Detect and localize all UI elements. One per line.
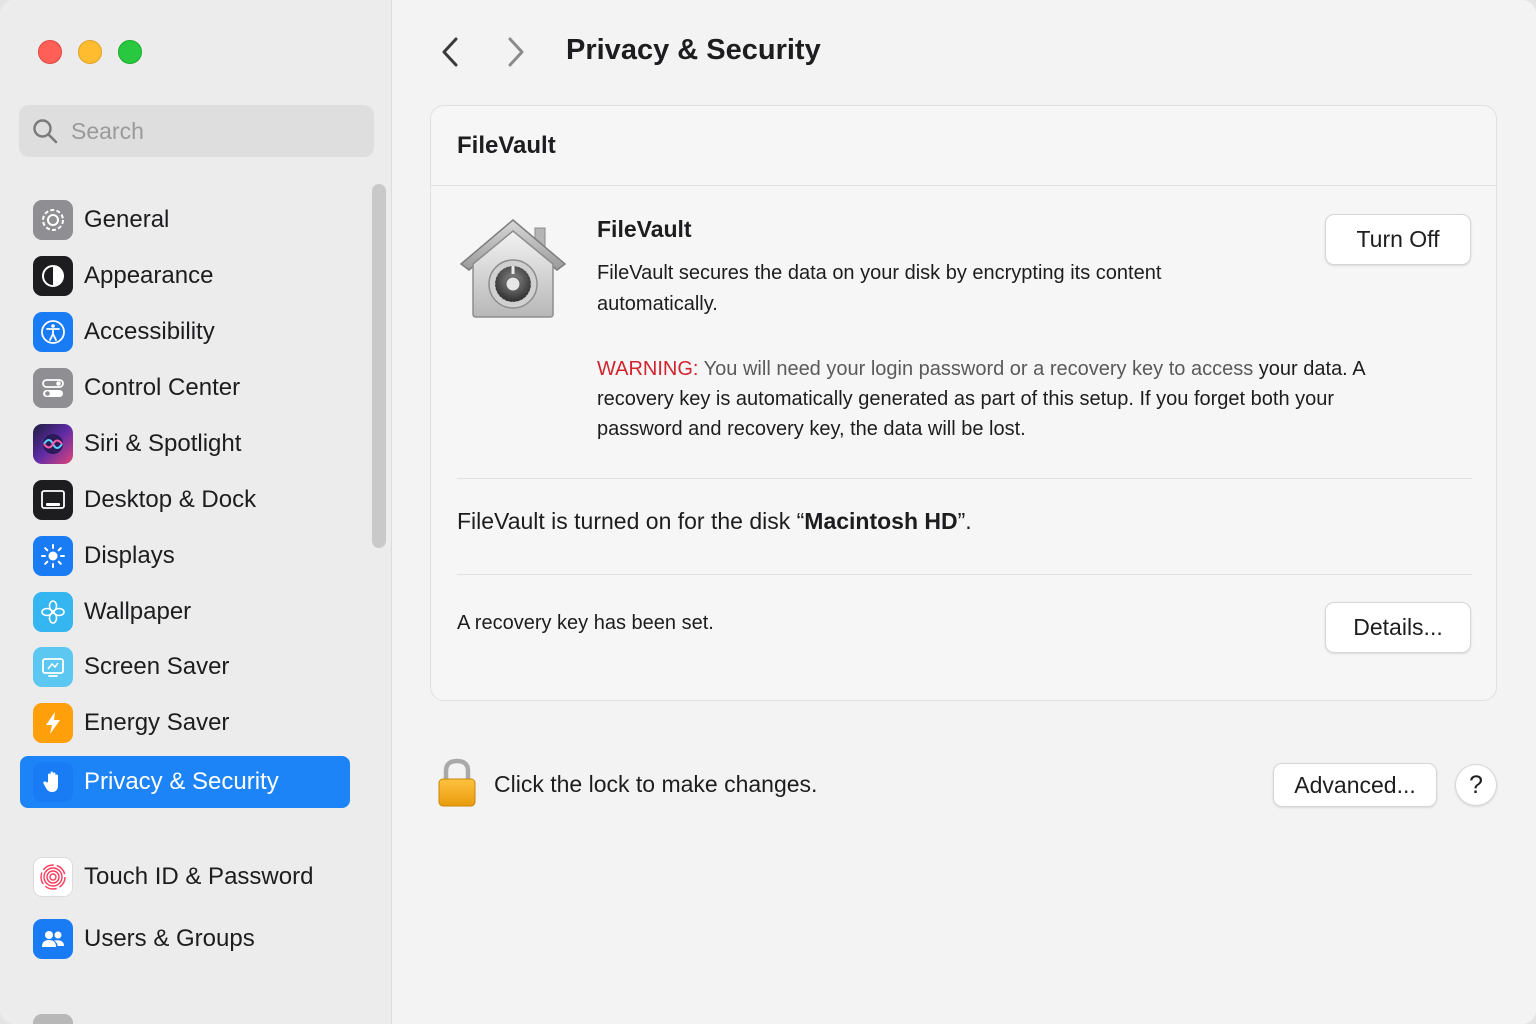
panel-header: FileVault xyxy=(431,106,1496,186)
sidebar-item-displays[interactable]: Displays xyxy=(20,530,350,582)
energy-saver-icon xyxy=(33,703,73,743)
sidebar-item-label: Privacy & Security xyxy=(84,768,279,795)
window-controls xyxy=(38,40,142,64)
chevron-left-icon xyxy=(442,37,458,67)
close-window-button[interactable] xyxy=(38,40,62,64)
details-button[interactable]: Details... xyxy=(1325,602,1471,653)
chevron-right-icon xyxy=(508,37,524,67)
filevault-title: FileVault xyxy=(597,216,692,242)
sidebar-item-label: Wallpaper xyxy=(84,598,192,625)
warning-label: WARNING: xyxy=(597,358,699,380)
sidebar-scrollbar[interactable] xyxy=(372,184,386,548)
disk-status-prefix: FileVault is turned on for the disk “ xyxy=(457,508,805,534)
control-center-icon xyxy=(33,368,73,408)
sidebar-item-label: General xyxy=(84,206,170,233)
hand-icon xyxy=(33,762,73,802)
fingerprint-icon xyxy=(33,857,73,897)
sidebar-item-label: Appearance xyxy=(84,262,214,289)
minimize-window-button[interactable] xyxy=(78,40,102,64)
warning-text: You will need your login password or a r… xyxy=(698,358,1254,380)
sidebar-item-users-groups[interactable]: Users & Groups xyxy=(20,913,350,965)
search-icon xyxy=(33,119,58,144)
sidebar-item-control-center[interactable]: Control Center xyxy=(20,362,350,414)
siri-icon xyxy=(33,424,73,464)
wallpaper-icon xyxy=(33,592,73,632)
sidebar: General Appearance Accessibility xyxy=(0,0,392,1024)
filevault-warning: WARNING: You will need your login passwo… xyxy=(597,354,1377,444)
search-field[interactable] xyxy=(19,105,374,157)
disk-status: FileVault is turned on for the disk “Mac… xyxy=(457,508,972,535)
sidebar-item-partial-icon xyxy=(33,1014,73,1024)
disk-status-suffix: ”. xyxy=(957,508,972,534)
sidebar-item-label: Control Center xyxy=(84,374,241,401)
main-content: Privacy & Security FileVault FileVault F… xyxy=(393,0,1536,1024)
desktop-dock-icon xyxy=(33,480,73,520)
filevault-description: FileVault secures the data on your disk … xyxy=(597,262,1162,315)
back-button[interactable] xyxy=(433,34,467,70)
sidebar-item-privacy-security[interactable]: Privacy & Security xyxy=(20,756,350,808)
lock-icon[interactable] xyxy=(437,758,477,808)
appearance-icon xyxy=(33,256,73,296)
search-input[interactable] xyxy=(71,117,351,145)
sidebar-item-energy-saver[interactable]: Energy Saver xyxy=(20,697,350,749)
filevault-vault-icon xyxy=(459,219,567,318)
divider xyxy=(457,478,1472,479)
sidebar-item-label: Accessibility xyxy=(84,318,215,345)
sidebar-item-wallpaper[interactable]: Wallpaper xyxy=(20,586,350,638)
accessibility-icon xyxy=(33,312,73,352)
filevault-panel: FileVault FileVault FileVault secures th… xyxy=(430,105,1497,701)
sidebar-item-label: Siri & Spotlight xyxy=(84,430,242,457)
sidebar-item-label: Desktop & Dock xyxy=(84,486,257,513)
sidebar-item-accessibility[interactable]: Accessibility xyxy=(20,306,350,358)
lock-message: Click the lock to make changes. xyxy=(494,771,818,797)
sidebar-item-label: Displays xyxy=(84,542,175,569)
system-settings-window: General Appearance Accessibility xyxy=(0,0,1536,1024)
screen-saver-icon xyxy=(33,647,73,687)
sidebar-item-touch-id-password[interactable]: Touch ID & Password xyxy=(20,851,350,903)
help-button[interactable]: ? xyxy=(1455,764,1497,806)
sidebar-item-desktop-dock[interactable]: Desktop & Dock xyxy=(20,474,350,526)
disk-name: Macintosh HD xyxy=(804,508,958,534)
sidebar-item-label: Users & Groups xyxy=(84,925,255,952)
sidebar-item-appearance[interactable]: Appearance xyxy=(20,250,350,302)
page-title: Privacy & Security xyxy=(566,34,821,66)
gear-icon xyxy=(33,200,73,240)
sidebar-item-general[interactable]: General xyxy=(20,194,350,246)
sidebar-item-label: Touch ID & Password xyxy=(84,863,314,890)
displays-icon xyxy=(33,536,73,576)
divider xyxy=(457,574,1472,575)
advanced-button[interactable]: Advanced... xyxy=(1273,763,1437,807)
sidebar-item-label: Screen Saver xyxy=(84,653,230,680)
turn-off-button[interactable]: Turn Off xyxy=(1325,214,1471,265)
forward-button[interactable] xyxy=(499,34,533,70)
sidebar-item-screen-saver[interactable]: Screen Saver xyxy=(20,641,350,693)
sidebar-item-siri-spotlight[interactable]: Siri & Spotlight xyxy=(20,418,350,470)
zoom-window-button[interactable] xyxy=(118,40,142,64)
users-icon xyxy=(33,919,73,959)
recovery-key-status: A recovery key has been set. xyxy=(457,612,714,634)
sidebar-item-label: Energy Saver xyxy=(84,709,230,736)
